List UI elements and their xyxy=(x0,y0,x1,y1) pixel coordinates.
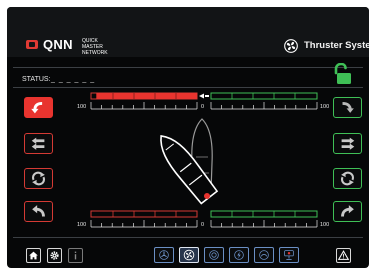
stern-thruster-gauge: 100 0 100 xyxy=(77,207,339,231)
unlock-icon[interactable] xyxy=(332,63,352,85)
thruster-2-button[interactable] xyxy=(179,247,199,263)
brand-subtitle: QUICK MASTER NETWORK xyxy=(82,38,108,56)
divider xyxy=(13,87,363,88)
home-button[interactable] xyxy=(26,248,41,263)
gauge-scale xyxy=(90,210,318,228)
rotate-right-button[interactable] xyxy=(333,168,362,189)
brand-logo-icon xyxy=(26,40,38,49)
status-value: _ _ _ _ _ _ xyxy=(51,76,96,83)
gauge-scale xyxy=(90,92,318,110)
gauge-left-max: 100 xyxy=(77,104,87,110)
fan-icon xyxy=(183,249,195,261)
thruster-1-button[interactable] xyxy=(154,247,174,263)
thruster-3-button[interactable] xyxy=(204,247,224,263)
gauge-left-max: 100 xyxy=(77,222,87,228)
lightning-icon xyxy=(234,250,244,260)
gear-icon xyxy=(50,251,59,260)
fan-icon xyxy=(284,39,298,53)
thruster-screen: QNN QUICK MASTER NETWORK Thruster System… xyxy=(7,7,369,268)
settings-button[interactable] xyxy=(47,248,62,263)
thruster-5-button[interactable] xyxy=(254,247,274,263)
boat-illustration xyxy=(160,118,219,205)
power-bolt-button[interactable] xyxy=(229,247,249,263)
move-left-button[interactable] xyxy=(24,133,53,154)
curve-arrow-up-left-icon xyxy=(32,205,45,217)
gauge-right-max: 100 xyxy=(320,222,330,228)
info-icon xyxy=(74,251,77,260)
page-title: Thruster System xyxy=(304,40,369,51)
home-icon xyxy=(29,251,38,260)
divider xyxy=(13,67,363,68)
rotate-icon xyxy=(32,171,45,186)
curve-arrow-left-icon xyxy=(31,101,43,114)
double-arrow-left-icon xyxy=(31,137,45,150)
stern-left-button[interactable] xyxy=(24,201,53,222)
double-arrow-right-icon xyxy=(341,137,355,150)
warning-icon xyxy=(337,250,350,260)
gauge-right-max: 100 xyxy=(320,104,330,110)
header-bar: QNN QUICK MASTER NETWORK Thruster System xyxy=(7,7,369,57)
move-right-button[interactable] xyxy=(333,133,362,154)
rotate-left-button[interactable] xyxy=(24,168,53,189)
gauge-icon xyxy=(259,250,269,260)
propeller-icon xyxy=(159,250,169,260)
info-button[interactable] xyxy=(68,248,83,263)
thruster-6-button[interactable] xyxy=(279,247,299,263)
bow-thruster-gauge: 100 0 100 xyxy=(77,89,339,113)
brand-name: QNN xyxy=(43,37,73,52)
rotate-icon xyxy=(341,171,354,186)
circle-icon xyxy=(209,250,219,260)
bow-left-button[interactable] xyxy=(24,97,53,118)
joystick-icon xyxy=(284,250,294,260)
status-label: STATUS: xyxy=(22,76,51,83)
bow-level-fill xyxy=(96,93,197,99)
gauge-center: 0 xyxy=(201,104,205,110)
gauge-center: 0 xyxy=(201,222,205,228)
warning-button[interactable] xyxy=(336,248,351,263)
divider xyxy=(13,237,363,238)
